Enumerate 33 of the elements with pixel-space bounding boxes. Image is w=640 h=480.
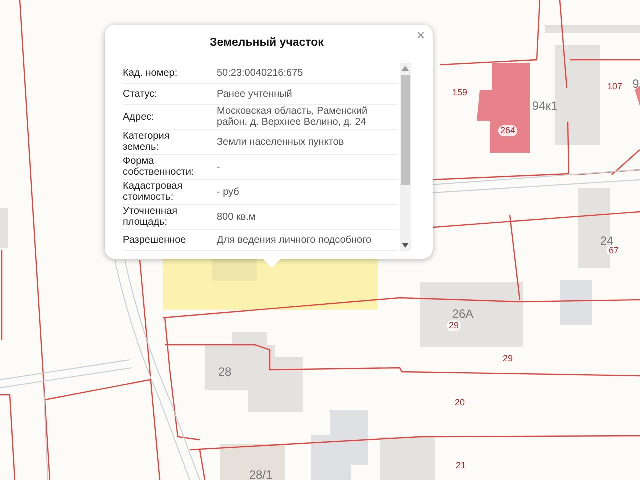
- field-label: Адрес:: [123, 112, 156, 122]
- close-button[interactable]: ×: [414, 27, 427, 43]
- scroll-up-icon[interactable]: [402, 66, 409, 71]
- field-value: Московская область, Раменский район, д. Верхнее Велино, д. 24: [217, 106, 369, 128]
- field-value: 800 кв.м: [217, 212, 257, 222]
- scroll-down-icon[interactable]: [402, 243, 409, 248]
- popup-title: Земельный участок: [209, 37, 325, 49]
- field-label: Статус:: [123, 88, 158, 100]
- house-number: 28/1: [249, 469, 273, 480]
- parcel-number: 159: [452, 88, 468, 98]
- field-value: Для ведения личного подсобного: [217, 234, 373, 246]
- field-label: Кад. номер:: [123, 68, 179, 78]
- parcel-number: 107: [607, 82, 623, 92]
- parcel-number: 21: [456, 462, 466, 470]
- field-value: - руб: [217, 186, 240, 198]
- scroll-thumb[interactable]: [401, 75, 410, 185]
- parcel-number: 29: [503, 354, 513, 364]
- field-label: Категория земель:: [123, 131, 171, 153]
- field-label: Разрешенное: [123, 234, 188, 246]
- field-label: Кадастровая стоимость:: [123, 181, 184, 203]
- field-value: Ранее учтенный: [217, 88, 294, 100]
- house-number: 26А: [452, 308, 474, 320]
- field-label: Форма собственности:: [123, 156, 196, 178]
- field-label: Уточненная площадь:: [123, 206, 178, 228]
- house-number: 28: [218, 366, 232, 378]
- house-number: 9: [632, 78, 640, 90]
- field-value: -: [217, 162, 222, 172]
- house-number: 94к1: [532, 100, 558, 112]
- house-number: 24: [600, 235, 614, 247]
- scrollbar[interactable]: [400, 63, 411, 251]
- field-value: Земли населенных пунктов: [217, 136, 346, 148]
- field-value: 50:23:0040216:675: [217, 68, 304, 78]
- parcel-number: 20: [455, 398, 465, 408]
